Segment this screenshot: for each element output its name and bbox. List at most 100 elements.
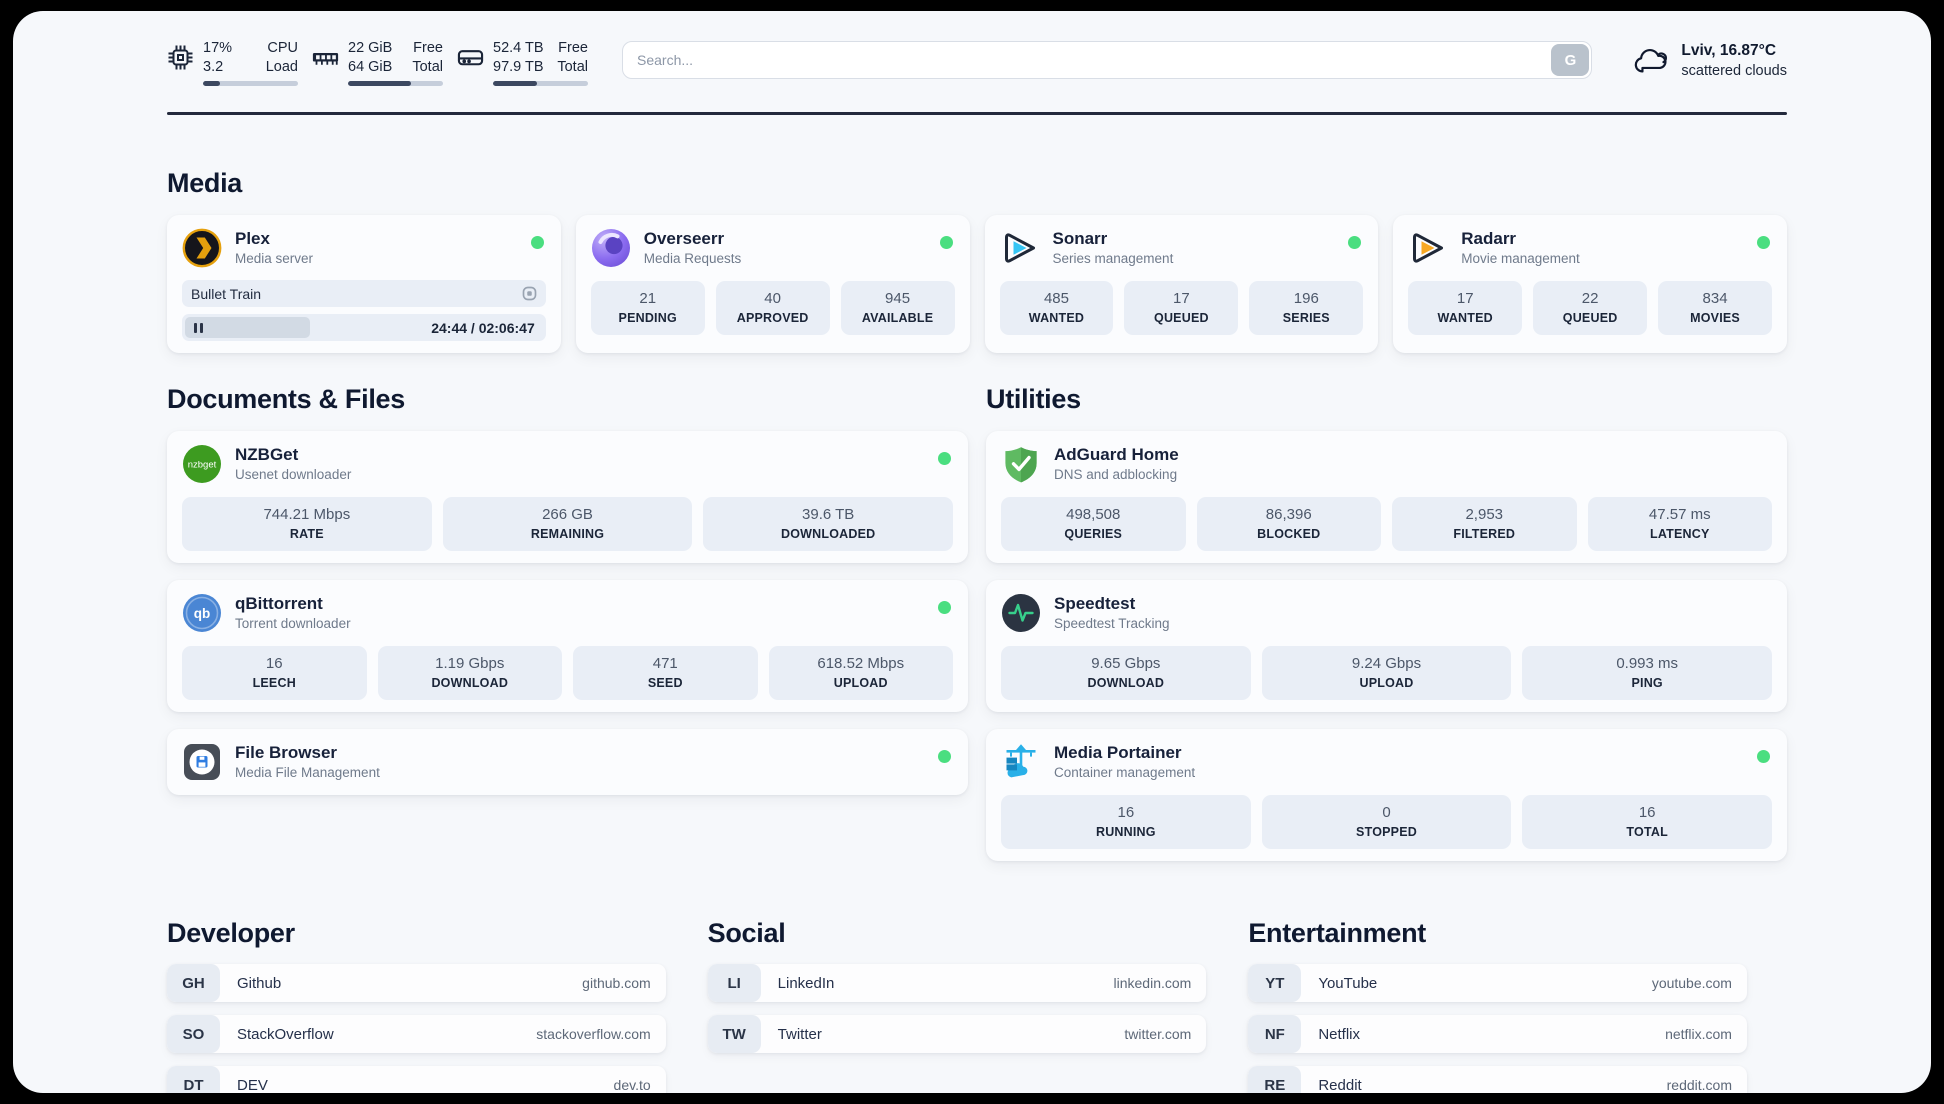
status-online-dot: [938, 750, 951, 763]
service-card-filebrowser[interactable]: File Browser Media File Management: [167, 729, 968, 795]
svg-text:nzbget: nzbget: [188, 460, 217, 471]
link-dev[interactable]: DT DEV dev.to: [167, 1066, 666, 1093]
stat-upload: 9.24 Gbps UPLOAD: [1261, 646, 1512, 700]
stop-button[interactable]: [522, 286, 537, 301]
radarr-icon: [1413, 233, 1444, 263]
link-url: twitter.com: [1124, 1026, 1192, 1042]
search-engine-button[interactable]: G: [1551, 44, 1590, 76]
service-subtitle: Media server: [235, 251, 314, 266]
cpu-progress-bar: [203, 81, 298, 86]
link-twitter[interactable]: TW Twitter twitter.com: [707, 1015, 1207, 1053]
link-netflix[interactable]: NF Netflix netflix.com: [1248, 1015, 1747, 1053]
ram-total-label: Total: [412, 59, 443, 75]
section-developer: Developer GH Github github.com SO StackO…: [167, 917, 666, 1093]
adguard-icon: [1005, 447, 1037, 483]
section-title-documents: Documents & Files: [167, 384, 405, 414]
status-online-dot: [530, 236, 544, 249]
link-github[interactable]: GH Github github.com: [167, 964, 666, 1002]
qbittorrent-icon: qb: [183, 594, 221, 632]
status-online-dot: [1757, 750, 1770, 763]
stat-download: 9.65 Gbps DOWNLOAD: [1001, 646, 1251, 700]
service-card-overseerr[interactable]: Overseerr Media Requests 21 PENDING 40 APP…: [575, 215, 970, 353]
service-title: Sonarr: [1052, 229, 1108, 248]
service-subtitle: Usenet downloader: [235, 467, 352, 482]
disk-free-label: Free: [558, 40, 588, 56]
link-url: github.com: [582, 975, 651, 991]
stat-leech: 16 LEECH: [182, 646, 367, 700]
service-card-speedtest[interactable]: Speedtest Speedtest Tracking 9.65 Gbps DO…: [986, 580, 1787, 712]
stat-latency: 47.57 ms LATENCY: [1587, 497, 1772, 551]
now-playing-title: Bullet Train: [191, 285, 262, 302]
stat-approved: 40 APPROVED: [715, 281, 830, 335]
link-abbr-badge: TW: [707, 1015, 761, 1053]
filebrowser-icon: [184, 744, 220, 780]
ram-free-value: 22 GiB: [348, 40, 393, 56]
stat-available: 945 AVAILABLE: [840, 281, 955, 335]
speedtest-icon: [1002, 594, 1040, 632]
stat-running: 16 RUNNING: [1001, 795, 1251, 849]
stat-series: 196 SERIES: [1249, 281, 1364, 335]
service-card-nzbget[interactable]: nzbget NZBGet Usenet downloader 744.21 M…: [167, 431, 968, 563]
dashboard-page: 17% 3.2 CPU Load 22 GiB 64 GiB Free Tota…: [13, 11, 1931, 1093]
stat-queued: 22 QUEUED: [1533, 281, 1648, 335]
search-input[interactable]: [622, 41, 1593, 79]
status-online-dot: [938, 601, 951, 614]
service-card-radarr[interactable]: Radarr Movie management 17 WANTED 22 QUEUE…: [1393, 215, 1787, 353]
link-name: Netflix: [1318, 1025, 1361, 1043]
now-playing-row: Bullet Train: [182, 280, 546, 307]
service-title: Radarr: [1461, 229, 1517, 248]
link-youtube[interactable]: YT YouTube youtube.com: [1248, 964, 1747, 1002]
link-abbr-badge: RE: [1248, 1066, 1302, 1093]
ram-total-value: 64 GiB: [348, 59, 393, 75]
section-title-entertainment: Entertainment: [1248, 918, 1426, 948]
disk-total-value: 97.9 TB: [493, 59, 544, 75]
service-subtitle: Media Requests: [643, 251, 742, 266]
playback-time: 24:44 / 02:06:47: [431, 319, 535, 336]
system-stats: 17% 3.2 CPU Load 22 GiB 64 GiB Free Tota…: [167, 39, 588, 86]
link-url: stackoverflow.com: [536, 1026, 651, 1042]
link-url: dev.to: [613, 1077, 651, 1093]
disk-stat: 52.4 TB 97.9 TB Free Total: [457, 39, 588, 86]
service-subtitle: Media File Management: [235, 765, 380, 780]
service-card-portainer[interactable]: Media Portainer Container management 16 R…: [986, 729, 1787, 861]
link-url: youtube.com: [1651, 975, 1732, 991]
stat-rate: 744.21 Mbps RATE: [182, 497, 432, 551]
service-title: qBittorrent: [235, 594, 323, 613]
disk-progress-bar: [493, 81, 588, 86]
section-title-media: Media: [167, 168, 243, 198]
plex-icon: [182, 228, 222, 268]
stat-pending: 21 PENDING: [590, 281, 705, 335]
stat-wanted: 485 WANTED: [999, 281, 1114, 335]
link-url: reddit.com: [1666, 1077, 1732, 1093]
service-subtitle: Torrent downloader: [235, 616, 351, 631]
service-subtitle: Speedtest Tracking: [1054, 616, 1170, 631]
disk-total-label: Total: [557, 59, 588, 75]
link-name: YouTube: [1318, 974, 1378, 992]
link-linkedin[interactable]: LI LinkedIn linkedin.com: [707, 964, 1207, 1002]
service-subtitle: DNS and adblocking: [1054, 467, 1178, 482]
cpu-usage-value: 17%: [203, 40, 233, 56]
link-reddit[interactable]: RE Reddit reddit.com: [1248, 1066, 1747, 1093]
cloud-icon: [1635, 48, 1668, 73]
stop-icon: [522, 286, 537, 301]
cpu-icon: [168, 45, 193, 70]
cpu-load-value: 3.2: [203, 59, 224, 75]
pause-icon: [194, 322, 197, 333]
section-title-developer: Developer: [167, 918, 295, 948]
section-title-social: Social: [707, 918, 786, 948]
service-card-plex[interactable]: Plex Media server Bullet Train 24:44 / 0…: [167, 215, 561, 353]
ram-icon: [312, 53, 339, 65]
stat-wanted: 17 WANTED: [1408, 281, 1523, 335]
stat-filtered: 2,953 FILTERED: [1392, 497, 1577, 551]
link-abbr-badge: NF: [1248, 1015, 1302, 1053]
status-online-dot: [1757, 236, 1770, 249]
pause-button[interactable]: [185, 317, 310, 338]
service-subtitle: Container management: [1054, 765, 1196, 780]
link-stackoverflow[interactable]: SO StackOverflow stackoverflow.com: [167, 1015, 666, 1053]
service-card-sonarr[interactable]: Sonarr Series management 485 WANTED 17 QUE…: [984, 215, 1379, 353]
service-title: Speedtest: [1054, 594, 1136, 613]
service-card-qbittorrent[interactable]: qb qBittorrent Torrent downloader 16 LEEC…: [167, 580, 968, 712]
player-controls-row: 24:44 / 02:06:47: [182, 314, 546, 341]
service-card-adguard[interactable]: AdGuard Home DNS and adblocking 498,508 Q…: [986, 431, 1787, 563]
service-title: File Browser: [235, 743, 338, 762]
